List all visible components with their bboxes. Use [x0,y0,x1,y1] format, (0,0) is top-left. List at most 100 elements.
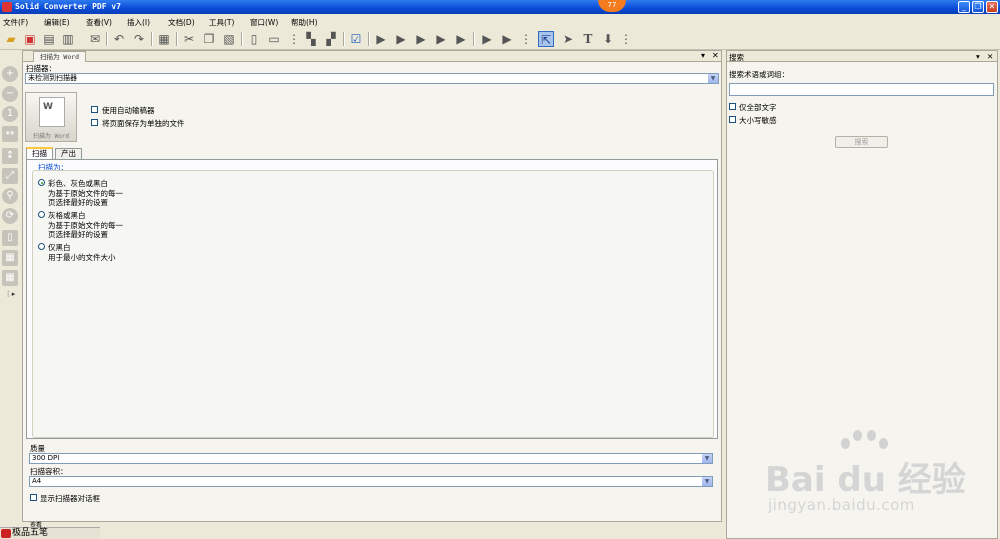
menu-document[interactable]: 文档(D) [168,17,195,28]
panel-tab-title[interactable]: 扫描为 Word [33,51,87,62]
toolbar-separator [343,32,345,46]
export-pdf-icon[interactable]: ▶ [479,31,495,47]
scanner-select[interactable]: 未检测到扫描器 ▼ [25,73,719,84]
search-input[interactable] [729,83,994,96]
toolbar-overflow-icon[interactable]: ⋮ [288,31,300,47]
chevron-down-icon[interactable]: ▼ [702,454,712,463]
show-dialog-checkbox[interactable] [30,494,37,501]
fit-page-icon[interactable]: ⤢ [2,168,18,184]
search-button[interactable]: 搜索 [835,136,888,148]
scan-icon[interactable]: ▦ [156,31,172,47]
chevron-down-icon[interactable]: ▾ [701,51,705,61]
export-excel-icon[interactable]: ▶ [393,31,409,47]
text-tool-icon[interactable]: T [580,31,596,47]
quality-select-value: 300 DPI [32,454,60,462]
two-column-icon[interactable]: ▯ [246,31,262,47]
checkmark-icon[interactable]: ☑ [348,31,364,47]
pages-icon[interactable]: ▚ [303,31,319,47]
tab-scan[interactable]: 扫描 [26,147,53,159]
export-arrow-icon[interactable]: ⬇ [600,31,616,47]
more-tools-icon[interactable]: ⋮▸ [2,290,18,298]
pointer-icon[interactable]: ➤ [560,31,576,47]
fit-height-icon[interactable]: ↕ [2,148,18,164]
convert-icon[interactable]: ▣ [22,31,38,47]
export-ppt-icon[interactable]: ▶ [413,31,429,47]
auto-feeder-label: 使用自动输稿器 [102,106,155,115]
show-dialog-label: 显示扫描器对话框 [40,494,100,503]
toolbar-overflow-icon[interactable]: ⋮ [620,31,632,47]
magnifier-icon[interactable]: ⚲ [2,188,18,204]
toolbar-overflow-icon[interactable]: ⋮ [520,31,532,47]
menu-file[interactable]: 文件(F) [3,17,28,28]
whole-word-checkbox[interactable] [729,103,736,110]
pages-alt-icon[interactable]: ▞ [323,31,339,47]
export-image-icon[interactable]: ▶ [499,31,515,47]
tab-output[interactable]: 产出 [55,148,82,159]
baidu-watermark: Bai du 经验 jingyan.baidu.com [765,430,995,520]
fit-width-icon[interactable]: ↔ [2,126,18,142]
toolbar-separator [176,32,178,46]
paste-icon[interactable]: ▧ [221,31,237,47]
cut-icon[interactable]: ✂ [181,31,197,47]
panel-close-icon[interactable]: ✕ [712,51,719,61]
notification-badge[interactable]: 77 [598,0,626,12]
search-term-label: 搜索术语或词组： [729,70,789,79]
title-bar: Solid Converter PDF v7 77 _ ❐ ✕ [0,0,1000,14]
multi-page-icon[interactable]: ▦ [2,250,18,266]
export-text-icon[interactable]: ▶ [453,31,469,47]
menu-tools[interactable]: 工具(T) [209,17,234,28]
window-title: Solid Converter PDF v7 [15,2,121,11]
rotate-icon[interactable]: ⟳ [2,208,18,224]
word-document-icon: W [39,97,65,127]
menu-view[interactable]: 查看(V) [86,17,112,28]
menu-edit[interactable]: 编辑(E) [44,17,70,28]
paper-size-select-value: A4 [32,477,42,485]
auto-feeder-checkbox[interactable] [91,106,98,113]
paper-size-select[interactable]: A4 ▼ [29,476,713,487]
watermark-brand: Bai du 经验 [765,460,966,500]
open-folder-icon[interactable]: ▰ [3,31,19,47]
gray-radio[interactable] [38,211,45,218]
print-icon[interactable]: ▥ [60,31,76,47]
match-case-label: 大小写敏感 [739,116,777,125]
bw-radio[interactable] [38,243,45,250]
chevron-down-icon[interactable]: ▼ [708,74,718,83]
export-word-icon[interactable]: ▶ [373,31,389,47]
email-icon[interactable]: ✉ [87,31,103,47]
layout-icon[interactable]: ▭ [266,31,282,47]
chevron-down-icon[interactable]: ▾ [976,52,980,61]
copy-icon[interactable]: ❐ [201,31,217,47]
scan-to-word-button[interactable]: W 扫描为 Word [25,92,77,142]
single-page-icon[interactable]: ▯ [2,230,18,246]
match-case-checkbox[interactable] [729,116,736,123]
color-radio[interactable] [38,179,45,186]
menu-help[interactable]: 帮助(H) [291,17,318,28]
scan-tab-page: 扫描为： 彩色、灰色或黑白 为基于原始文件的每一 页选择最好的设置 灰格或黑白 … [26,159,718,439]
close-button[interactable]: ✕ [986,1,998,13]
select-text-icon[interactable]: ⇱ [538,31,554,47]
restore-button[interactable]: ❐ [972,1,984,13]
zoom-in-icon[interactable]: + [2,66,18,82]
ime-name[interactable]: 极品五笔 [0,528,48,539]
menu-window[interactable]: 窗口(W) [250,17,278,28]
search-panel-close-icon[interactable]: ✕ [987,52,993,61]
export-html-icon[interactable]: ▶ [433,31,449,47]
toolbar-separator [151,32,153,46]
actual-size-icon[interactable]: 1 [2,106,18,122]
toolbar-separator [106,32,108,46]
separate-files-checkbox[interactable] [91,119,98,126]
undo-icon[interactable]: ↶ [111,31,127,47]
redo-icon[interactable]: ↷ [131,31,147,47]
quality-select[interactable]: 300 DPI ▼ [29,453,713,464]
zoom-out-icon[interactable]: − [2,86,18,102]
menu-insert[interactable]: 插入(I) [127,17,150,28]
minimize-button[interactable]: _ [958,1,970,13]
grid-view-icon[interactable]: ▦ [2,270,18,286]
chevron-down-icon[interactable]: ▼ [702,477,712,486]
toolbar-separator [473,32,475,46]
scan-to-word-caption: 扫描为 Word [32,133,70,140]
toolbar-separator [241,32,243,46]
search-panel-header: 搜索 ▾ ✕ [727,51,997,62]
bw-option-desc: 用于最小的文件大小 [48,253,116,262]
save-icon[interactable]: ▤ [41,31,57,47]
